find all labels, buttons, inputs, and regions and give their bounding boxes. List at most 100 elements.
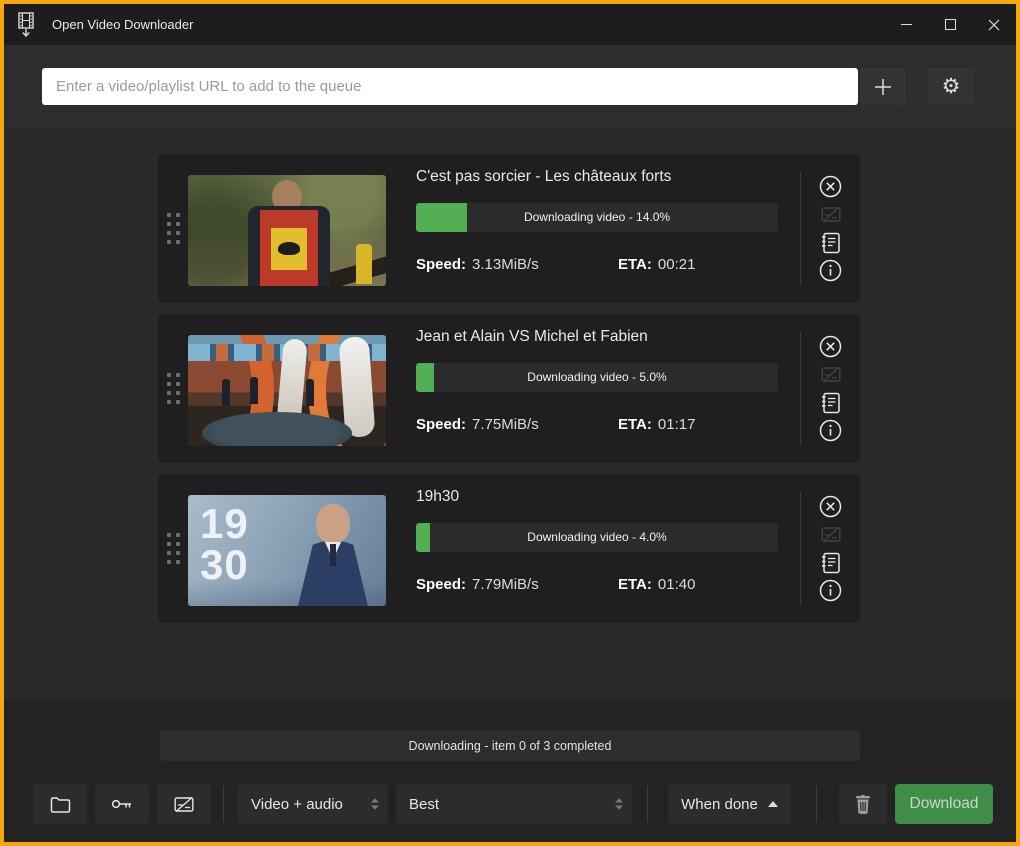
- drag-handle[interactable]: [158, 154, 188, 303]
- progress-bar: Downloading video - 4.0%: [416, 523, 778, 552]
- grip-dots-icon: [167, 213, 180, 244]
- item-details: Jean et Alain VS Michel et Fabien Downlo…: [386, 314, 800, 463]
- download-queue: C'est pas sorcier - Les châteaux forts D…: [4, 129, 1016, 699]
- close-icon: [988, 19, 1000, 31]
- item-details: C'est pas sorcier - Les châteaux forts D…: [386, 154, 800, 303]
- x-circle-icon: [819, 495, 842, 518]
- speed-stat: Speed:7.79MiB/s: [416, 576, 618, 593]
- cancel-item-button[interactable]: [819, 334, 843, 358]
- thumbnail-text: 1930: [200, 503, 249, 585]
- info-circle-icon: [819, 579, 842, 602]
- progress-label: Downloading video - 14.0%: [416, 203, 778, 232]
- grip-dots-icon: [167, 533, 180, 564]
- eta-label: ETA:: [618, 416, 652, 433]
- gear-icon: ⚙: [942, 76, 961, 97]
- app-icon: [16, 11, 40, 39]
- drag-handle[interactable]: [158, 474, 188, 623]
- authentication-button[interactable]: [95, 784, 149, 824]
- x-circle-icon: [819, 335, 842, 358]
- footer: Downloading - item 0 of 3 completed: [4, 699, 1016, 842]
- title-bar: Open Video Downloader: [4, 4, 1016, 45]
- clear-queue-button[interactable]: [839, 784, 887, 824]
- divider: [647, 786, 648, 822]
- video-thumbnail: [188, 335, 386, 446]
- video-title: C'est pas sorcier - Les châteaux forts: [416, 168, 800, 186]
- download-item: Jean et Alain VS Michel et Fabien Downlo…: [158, 314, 860, 463]
- video-thumbnail: 1930: [188, 495, 386, 606]
- eta-stat: ETA: 01:17: [618, 416, 695, 433]
- add-url-button[interactable]: [860, 68, 906, 105]
- quality-select[interactable]: Best: [396, 784, 632, 824]
- eta-label: ETA:: [618, 256, 652, 273]
- speed-stat: Speed: 7.75MiB/s: [416, 416, 618, 433]
- download-button-label: Download: [910, 795, 979, 813]
- video-thumbnail: [188, 175, 386, 286]
- divider: [223, 786, 224, 822]
- item-stats: Speed: 7.75MiB/s ETA: 01:17: [416, 416, 800, 433]
- log-button[interactable]: [819, 231, 843, 255]
- trash-icon: [855, 795, 871, 814]
- when-done-label: When done: [681, 796, 758, 813]
- progress-label: Downloading video - 5.0%: [416, 363, 778, 392]
- video-title: Jean et Alain VS Michel et Fabien: [416, 328, 800, 346]
- info-button[interactable]: [819, 259, 843, 283]
- speed-stat: Speed:3.13MiB/s: [416, 256, 618, 273]
- window-title: Open Video Downloader: [52, 17, 193, 32]
- subtitles-unavailable-icon: [819, 202, 843, 226]
- select-arrows-icon: [615, 799, 623, 810]
- close-button[interactable]: [972, 4, 1016, 45]
- item-details: 19h30 Downloading video - 4.0% Speed:7.7…: [386, 474, 800, 623]
- subtitles-off-icon: [174, 796, 194, 813]
- item-actions: [800, 172, 860, 285]
- download-item: C'est pas sorcier - Les châteaux forts D…: [158, 154, 860, 303]
- progress-label: Downloading video - 4.0%: [416, 523, 778, 552]
- eta-value: 01:40: [658, 576, 696, 593]
- speed-label: Speed:: [416, 416, 466, 433]
- cancel-item-button[interactable]: [819, 174, 843, 198]
- when-done-button[interactable]: When done: [668, 784, 791, 824]
- maximize-button[interactable]: [928, 4, 972, 45]
- eta-stat: ETA: 00:21: [618, 256, 695, 273]
- status-text: Downloading - item 0 of 3 completed: [409, 739, 612, 753]
- key-icon: [111, 797, 133, 811]
- url-input[interactable]: [42, 68, 858, 105]
- divider: [816, 786, 817, 822]
- info-circle-icon: [819, 259, 842, 282]
- progress-bar: Downloading video - 14.0%: [416, 203, 778, 232]
- journal-text-icon: [821, 392, 841, 414]
- log-button[interactable]: [819, 391, 843, 415]
- item-actions: [800, 332, 860, 445]
- app-window: Open Video Downloader: [0, 0, 1020, 846]
- speed-value: 7.75MiB/s: [472, 416, 539, 433]
- maximize-icon: [945, 19, 956, 30]
- chevron-up-icon: [768, 801, 778, 807]
- settings-button[interactable]: ⚙: [928, 68, 974, 105]
- speed-label: Speed:: [416, 256, 466, 273]
- speed-value: 7.79MiB/s: [472, 576, 539, 593]
- eta-value: 01:17: [658, 416, 696, 433]
- subtitles-unavailable-icon: [819, 362, 843, 386]
- log-button[interactable]: [819, 551, 843, 575]
- progress-bar: Downloading video - 5.0%: [416, 363, 778, 392]
- journal-text-icon: [821, 232, 841, 254]
- subtitles-toggle-button[interactable]: [157, 784, 211, 824]
- window-controls: [884, 4, 1016, 45]
- eta-stat: ETA:01:40: [618, 576, 695, 593]
- cancel-item-button[interactable]: [819, 494, 843, 518]
- status-bar: Downloading - item 0 of 3 completed: [160, 730, 860, 761]
- info-button[interactable]: [819, 419, 843, 443]
- item-stats: Speed:7.79MiB/s ETA:01:40: [416, 576, 800, 593]
- select-arrows-icon: [371, 799, 379, 810]
- drag-handle[interactable]: [158, 314, 188, 463]
- video-title: 19h30: [416, 488, 800, 506]
- minimize-button[interactable]: [884, 4, 928, 45]
- download-folder-button[interactable]: [33, 784, 87, 824]
- quality-select-value: Best: [409, 796, 439, 813]
- format-select[interactable]: Video + audio: [238, 784, 388, 824]
- eta-value: 00:21: [658, 256, 696, 273]
- info-button[interactable]: [819, 579, 843, 603]
- download-button[interactable]: Download: [895, 784, 993, 824]
- format-select-value: Video + audio: [251, 796, 343, 813]
- url-section: ⚙: [4, 45, 1016, 129]
- info-circle-icon: [819, 419, 842, 442]
